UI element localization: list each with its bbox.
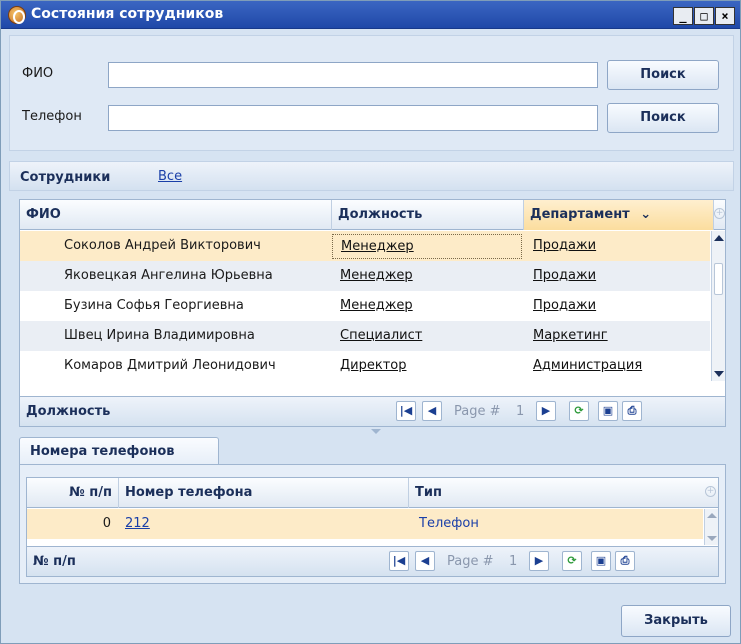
cell-fio: Комаров Дмитрий Леонидович bbox=[64, 358, 276, 373]
scroll-down-arrow-icon[interactable] bbox=[714, 371, 724, 377]
table-row[interactable]: Швец Ирина Владимировна Специалист Марке… bbox=[20, 321, 710, 351]
close-button[interactable]: Закрыть bbox=[621, 605, 731, 637]
print-icon[interactable]: ⎙ bbox=[615, 551, 635, 571]
fio-search-button[interactable]: Поиск bbox=[607, 60, 719, 90]
column-header-department-label: Департамент bbox=[530, 207, 630, 222]
cell-position-link[interactable]: Директор bbox=[340, 351, 407, 381]
employees-vertical-scrollbar[interactable] bbox=[711, 231, 725, 381]
cell-department-link[interactable]: Продажи bbox=[533, 261, 596, 291]
table-row[interactable]: Яковецкая Ангелина Юрьевна Менеджер Прод… bbox=[20, 261, 710, 291]
close-window-button[interactable]: × bbox=[715, 7, 735, 25]
column-chooser-icon[interactable]: + bbox=[705, 486, 716, 497]
phone-numbers-panel: № п/п Номер телефона Тип + 0 212 Телефон… bbox=[19, 464, 726, 584]
filter-all-link[interactable]: Все bbox=[158, 169, 182, 184]
column-header-type[interactable]: Тип bbox=[409, 478, 704, 508]
sort-chevron-down-icon: ⌄ bbox=[640, 207, 652, 222]
print-icon[interactable]: ⎙ bbox=[622, 401, 642, 421]
window-title: Состояния сотрудников bbox=[31, 6, 224, 22]
scroll-down-arrow-icon[interactable] bbox=[707, 536, 717, 541]
table-row[interactable]: Комаров Дмитрий Леонидович Директор Адми… bbox=[20, 351, 710, 381]
cell-fio: Швец Ирина Владимировна bbox=[64, 328, 255, 343]
employees-pager: Должность |◀ ◀ Page # 1 ▶ ⟳ ▣ ⎙ bbox=[20, 396, 725, 426]
fio-label: ФИО bbox=[22, 66, 54, 81]
app-globe-icon bbox=[8, 6, 26, 24]
refresh-icon[interactable]: ⟳ bbox=[569, 401, 589, 421]
page-label: Page # bbox=[447, 554, 494, 569]
page-number[interactable]: 1 bbox=[509, 554, 517, 569]
page-label: Page # bbox=[454, 404, 501, 419]
phone-label: Телефон bbox=[22, 109, 82, 124]
first-page-icon[interactable]: |◀ bbox=[389, 551, 409, 571]
employees-section-header: Сотрудники Все bbox=[9, 161, 734, 191]
cell-fio: Яковецкая Ангелина Юрьевна bbox=[64, 268, 273, 283]
prev-page-icon[interactable]: ◀ bbox=[422, 401, 442, 421]
scroll-up-arrow-icon[interactable] bbox=[714, 235, 724, 241]
search-panel: ФИО Поиск Телефон Поиск bbox=[9, 35, 734, 151]
cell-department-link[interactable]: Маркетинг bbox=[533, 321, 608, 351]
table-row[interactable]: 0 212 Телефон bbox=[27, 509, 703, 539]
cell-position-link[interactable]: Менеджер bbox=[332, 234, 522, 259]
column-header-position[interactable]: Должность bbox=[332, 200, 524, 230]
cell-department-link[interactable]: Продажи bbox=[533, 291, 596, 321]
save-disk-icon[interactable]: ▣ bbox=[591, 551, 611, 571]
dialog-footer: Закрыть bbox=[1, 597, 740, 643]
table-row[interactable]: Бузина Софья Георгиевна Менеджер Продажи bbox=[20, 291, 710, 321]
cell-fio: Соколов Андрей Викторович bbox=[64, 238, 261, 253]
title-bar[interactable]: Состояния сотрудников _ □ × bbox=[1, 1, 740, 29]
prev-page-icon[interactable]: ◀ bbox=[415, 551, 435, 571]
refresh-icon[interactable]: ⟳ bbox=[562, 551, 582, 571]
column-header-department[interactable]: Департамент ⌄ bbox=[524, 200, 714, 230]
phones-grid: № п/п Номер телефона Тип + 0 212 Телефон… bbox=[26, 477, 719, 577]
cell-type: Телефон bbox=[419, 516, 479, 531]
group-by-position-label[interactable]: Должность bbox=[26, 404, 110, 419]
cell-position-link[interactable]: Менеджер bbox=[340, 291, 413, 321]
cell-position-link[interactable]: Специалист bbox=[340, 321, 422, 351]
first-page-icon[interactable]: |◀ bbox=[396, 401, 416, 421]
employee-status-window: Состояния сотрудников _ □ × ФИО Поиск Те… bbox=[0, 0, 741, 644]
column-header-index[interactable]: № п/п bbox=[27, 478, 119, 508]
next-page-icon[interactable]: ▶ bbox=[529, 551, 549, 571]
employees-grid-header: ФИО Должность Департамент ⌄ + bbox=[20, 200, 725, 230]
phone-search-input[interactable] bbox=[108, 105, 598, 131]
next-page-icon[interactable]: ▶ bbox=[536, 401, 556, 421]
phones-pager: № п/п |◀ ◀ Page # 1 ▶ ⟳ ▣ ⎙ bbox=[27, 546, 718, 576]
cell-department-link[interactable]: Администрация bbox=[533, 351, 642, 381]
scroll-up-arrow-icon[interactable] bbox=[707, 513, 717, 518]
save-disk-icon[interactable]: ▣ bbox=[598, 401, 618, 421]
page-number[interactable]: 1 bbox=[516, 404, 524, 419]
cell-position-link[interactable]: Менеджер bbox=[340, 261, 413, 291]
cell-phone-number-link[interactable]: 212 bbox=[125, 509, 150, 539]
fio-search-input[interactable] bbox=[108, 62, 598, 88]
cell-department-link[interactable]: Продажи bbox=[533, 231, 596, 261]
group-by-index-label[interactable]: № п/п bbox=[33, 554, 76, 569]
employees-grid: ФИО Должность Департамент ⌄ + Соколов Ан… bbox=[19, 199, 726, 427]
employees-section-title: Сотрудники bbox=[20, 170, 111, 185]
phone-search-button[interactable]: Поиск bbox=[607, 103, 719, 133]
column-header-phone-number[interactable]: Номер телефона bbox=[119, 478, 409, 508]
minimize-button[interactable]: _ bbox=[673, 7, 693, 25]
cell-index: 0 bbox=[102, 516, 111, 531]
table-row[interactable]: Соколов Андрей Викторович Менеджер Прода… bbox=[20, 231, 710, 261]
tab-phone-numbers[interactable]: Номера телефонов bbox=[19, 437, 219, 465]
scroll-thumb[interactable] bbox=[714, 263, 723, 295]
phones-vertical-scrollbar[interactable] bbox=[704, 509, 718, 545]
maximize-button[interactable]: □ bbox=[694, 7, 714, 25]
cell-fio: Бузина Софья Георгиевна bbox=[64, 298, 244, 313]
panel-splitter-arrow-icon[interactable] bbox=[371, 429, 381, 434]
column-chooser-icon[interactable]: + bbox=[714, 208, 725, 219]
phones-grid-header: № п/п Номер телефона Тип + bbox=[27, 478, 718, 508]
column-header-fio[interactable]: ФИО bbox=[20, 200, 332, 230]
